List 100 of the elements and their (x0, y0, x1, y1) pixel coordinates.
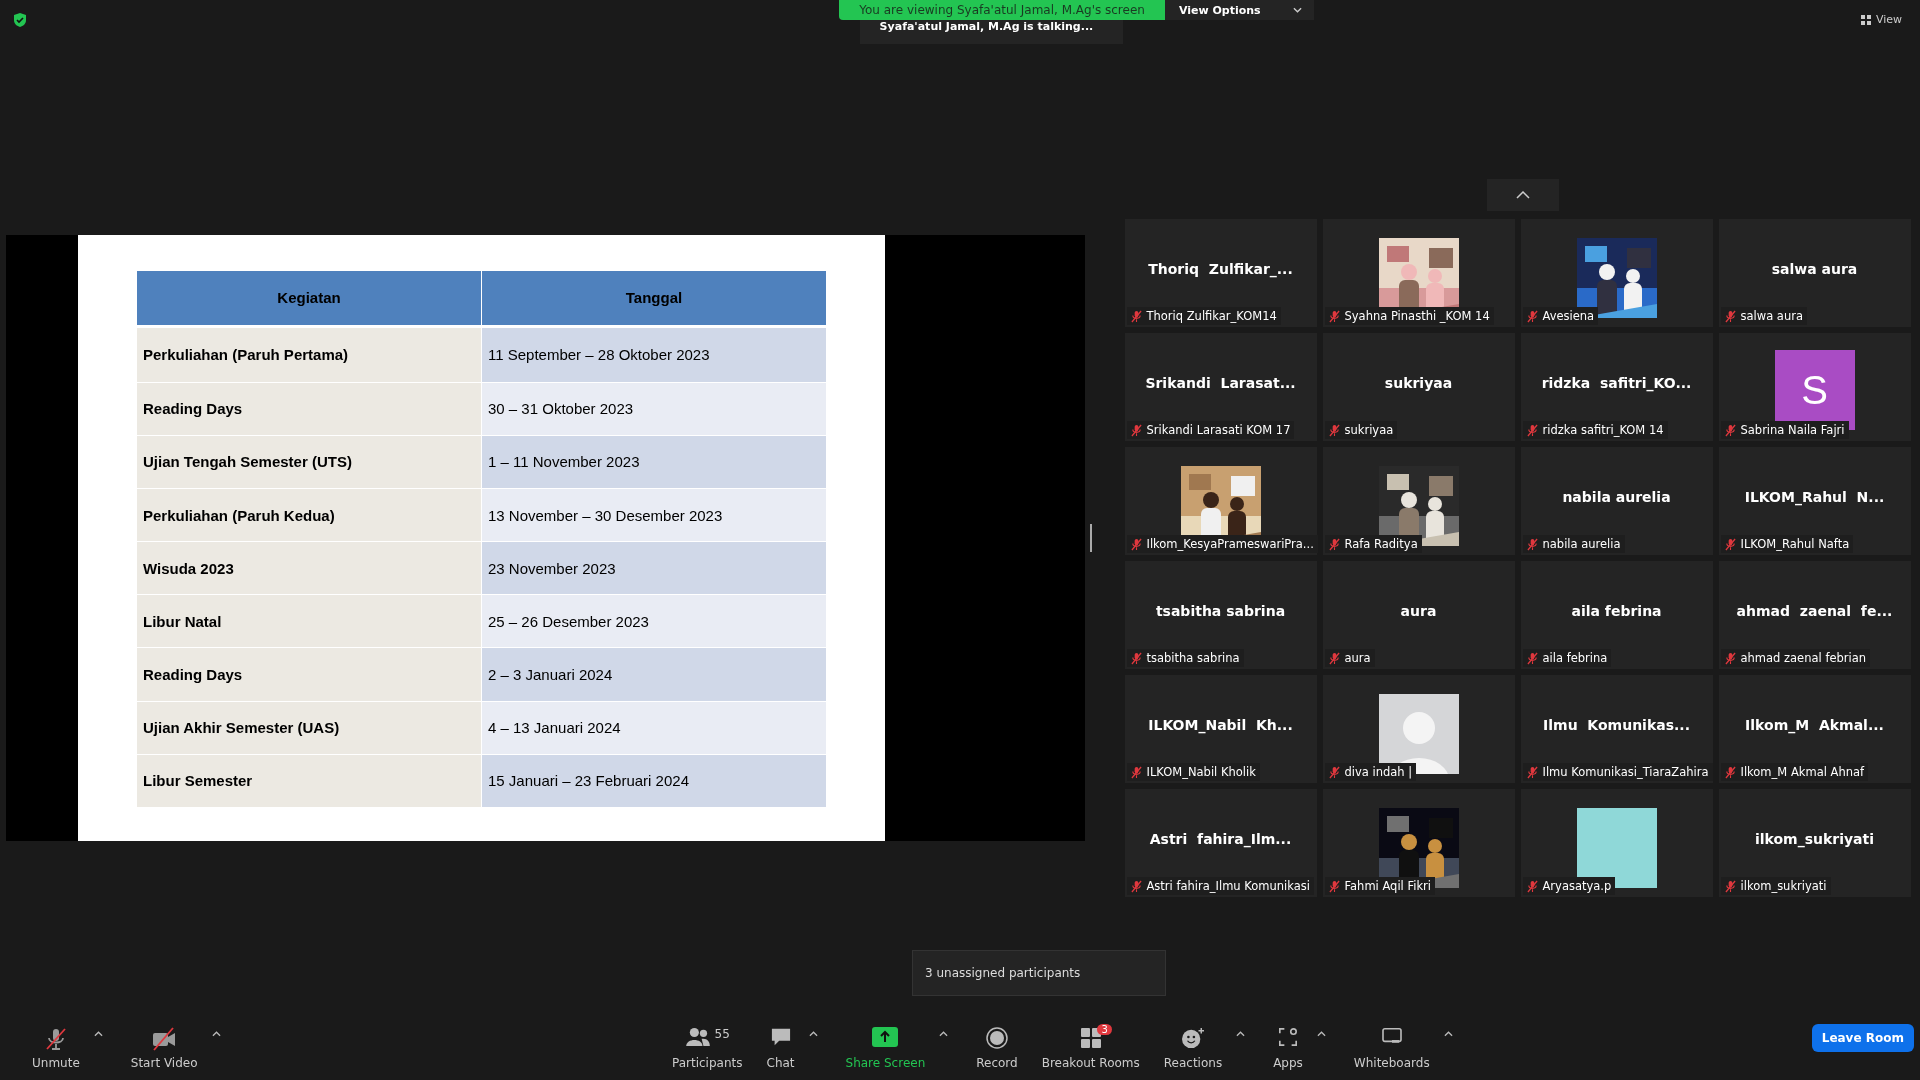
table-cell: Ujian Akhir Semester (UAS) (136, 701, 482, 755)
name-label: Syahna Pinasthi _KOM 14 (1324, 307, 1494, 325)
table-cell: 25 – 26 Desember 2023 (481, 594, 827, 648)
participant-tile[interactable]: salwa aura salwa aura (1718, 219, 1911, 327)
people-icon (684, 1027, 711, 1047)
name-label: Aryasatya.p (1522, 877, 1616, 895)
participant-tile[interactable]: nabila aurelia nabila aurelia (1520, 447, 1713, 555)
participant-tile[interactable]: ILKOM_Nabil Kh... ILKOM_Nabil Kholik (1124, 675, 1317, 783)
grid-icon (1079, 1027, 1102, 1049)
participant-tile[interactable]: aura aura (1322, 561, 1515, 669)
name-label: Avesiena (1522, 307, 1599, 325)
participant-name: aura (1400, 603, 1437, 619)
participant-tile[interactable]: tsabitha sabrina tsabitha sabrina (1124, 561, 1317, 669)
smiley-icon (1180, 1027, 1205, 1049)
muted-mic-icon (43, 1027, 68, 1051)
participant-name: nabila aurelia (1562, 489, 1671, 505)
leave-room-button[interactable]: Leave Room (1811, 1024, 1914, 1052)
participant-tile[interactable]: Ilmu Komunikas... Ilmu Komunikasi_TiaraZahira (1520, 675, 1713, 783)
tooltip: 3 unassigned participants (912, 950, 1166, 996)
participant-tile[interactable]: ilkom_sukriyati ilkom_sukriyati (1718, 789, 1911, 897)
viewing-banner: You are viewing Syafa'atul Jamal, M.Ag's screen (839, 0, 1165, 20)
participant-tile[interactable]: Astri fahira_Ilm... Astri fahira_Ilmu Komunikasi (1124, 789, 1317, 897)
caret-up-icon[interactable] (808, 1031, 818, 1037)
name-label: nabila aurelia (1522, 535, 1625, 553)
caret-up-icon[interactable] (211, 1031, 221, 1037)
participant-name: Astri fahira_Ilm... (1149, 831, 1292, 847)
participant-name: ilkom_sukriyati (1754, 831, 1875, 847)
notification-badge: 3 (1097, 1024, 1112, 1035)
caret-up-icon[interactable] (939, 1031, 949, 1037)
unmute-button[interactable]: Unmute (22, 1023, 90, 1074)
table-cell: 15 Januari – 23 Februari 2024 (481, 754, 827, 808)
resize-handle[interactable] (1090, 524, 1092, 552)
apps-button[interactable]: Apps (1263, 1023, 1313, 1074)
reactions-button[interactable]: Reactions (1153, 1023, 1233, 1074)
start-video-button[interactable]: Start Video (120, 1023, 208, 1074)
table-cell: Perkuliahan (Paruh Kedua) (136, 488, 482, 542)
name-label: ilkom_sukriyati (1720, 877, 1831, 895)
table-cell: 13 November – 30 Desember 2023 (481, 488, 827, 542)
name-label: aila febrina (1522, 649, 1612, 667)
participant-tile[interactable]: Aryasatya.p (1520, 789, 1713, 897)
name-label: Thoriq Zulfikar_KOM14 (1126, 307, 1281, 325)
participant-tile[interactable]: aila febrina aila febrina (1520, 561, 1713, 669)
table-cell: Reading Days (136, 382, 482, 436)
participant-name: ILKOM_Nabil Kh... (1148, 717, 1293, 733)
name-label: Ilkom_M Akmal Ahnaf (1720, 763, 1869, 781)
caret-up-icon[interactable] (1236, 1031, 1246, 1037)
participant-name: Srikandi Larasat... (1145, 375, 1296, 391)
name-label: Sabrina Naila Fajri (1720, 421, 1849, 439)
participant-tile[interactable]: Ilkom_M Akmal... Ilkom_M Akmal Ahnaf (1718, 675, 1911, 783)
participant-tile[interactable]: ahmad zaenal fe... ahmad zaenal febrian (1718, 561, 1911, 669)
participant-tile[interactable]: S Sabrina Naila Fajri (1718, 333, 1911, 441)
participant-tile[interactable]: ridzka safitri_KO... ridzka safitri_KOM 14 (1520, 333, 1713, 441)
breakout-button[interactable]: 3 Breakout Rooms (1031, 1023, 1150, 1074)
table-header: Kegiatan (136, 270, 482, 327)
participant-name: aila febrina (1571, 603, 1662, 619)
table-cell: 11 September – 28 Oktober 2023 (481, 326, 827, 383)
caret-up-icon[interactable] (1316, 1031, 1326, 1037)
table-cell: Perkuliahan (Paruh Pertama) (136, 326, 482, 383)
view-button[interactable]: View (1854, 12, 1908, 27)
caret-up-icon[interactable] (1443, 1031, 1453, 1037)
participant-tile[interactable]: ILKOM_Rahul N... ILKOM_Rahul Nafta (1718, 447, 1911, 555)
whiteboard-icon (1380, 1027, 1403, 1045)
chevron-down-icon (1292, 7, 1302, 13)
share-button[interactable]: Share Screen (835, 1023, 936, 1074)
table-cell: Wisuda 2023 (136, 541, 482, 595)
name-label: Srikandi Larasati KOM 17 (1126, 421, 1295, 439)
chat-button[interactable]: Chat (756, 1023, 805, 1074)
participant-tile[interactable]: Syahna Pinasthi _KOM 14 (1322, 219, 1515, 327)
participant-tile[interactable]: Fahmi Aqil Fikri (1322, 789, 1515, 897)
table-cell: Libur Natal (136, 594, 482, 648)
grid-icon (1860, 14, 1871, 25)
name-label: ridzka safitri_KOM 14 (1522, 421, 1668, 439)
shield-icon[interactable] (12, 12, 28, 28)
table-cell: 23 November 2023 (481, 541, 827, 595)
video-off-icon (151, 1027, 178, 1051)
participant-name: Thoriq Zulfikar_... (1148, 261, 1293, 277)
record-icon (986, 1027, 1008, 1049)
table-cell: 4 – 13 Januari 2024 (481, 701, 827, 755)
participant-name: salwa aura (1771, 261, 1858, 277)
participants-button[interactable]: 55 Participants (662, 1023, 753, 1074)
name-label: Astri fahira_Ilmu Komunikasi (1126, 877, 1314, 895)
participant-name: ILKOM_Rahul N... (1744, 489, 1885, 505)
whiteboard-button[interactable]: Whiteboards (1343, 1023, 1440, 1074)
participant-tile[interactable]: diva indah | (1322, 675, 1515, 783)
table-cell: 2 – 3 Januari 2024 (481, 647, 827, 702)
participant-tile[interactable]: Srikandi Larasat... Srikandi Larasati KOM 17 (1124, 333, 1317, 441)
participant-tile[interactable]: Rafa Raditya (1322, 447, 1515, 555)
participant-tile[interactable]: Ilkom_KesyaPrameswariPra... (1124, 447, 1317, 555)
participant-tile[interactable]: Thoriq Zulfikar_... Thoriq Zulfikar_KOM14 (1124, 219, 1317, 327)
participant-name: ridzka safitri_KO... (1541, 375, 1692, 391)
table-cell: Reading Days (136, 647, 482, 702)
caret-up-icon[interactable] (93, 1031, 103, 1037)
participant-name: ahmad zaenal fe... (1736, 603, 1893, 619)
participant-tile[interactable]: sukriyaa sukriyaa (1322, 333, 1515, 441)
participant-name: Ilmu Komunikas... (1543, 717, 1690, 733)
record-button[interactable]: Record (966, 1023, 1028, 1074)
participant-tile[interactable]: Avesiena (1520, 219, 1713, 327)
table-cell: 30 – 31 Oktober 2023 (481, 382, 827, 436)
name-label: Rafa Raditya (1324, 535, 1422, 553)
name-label: ahmad zaenal febrian (1720, 649, 1871, 667)
